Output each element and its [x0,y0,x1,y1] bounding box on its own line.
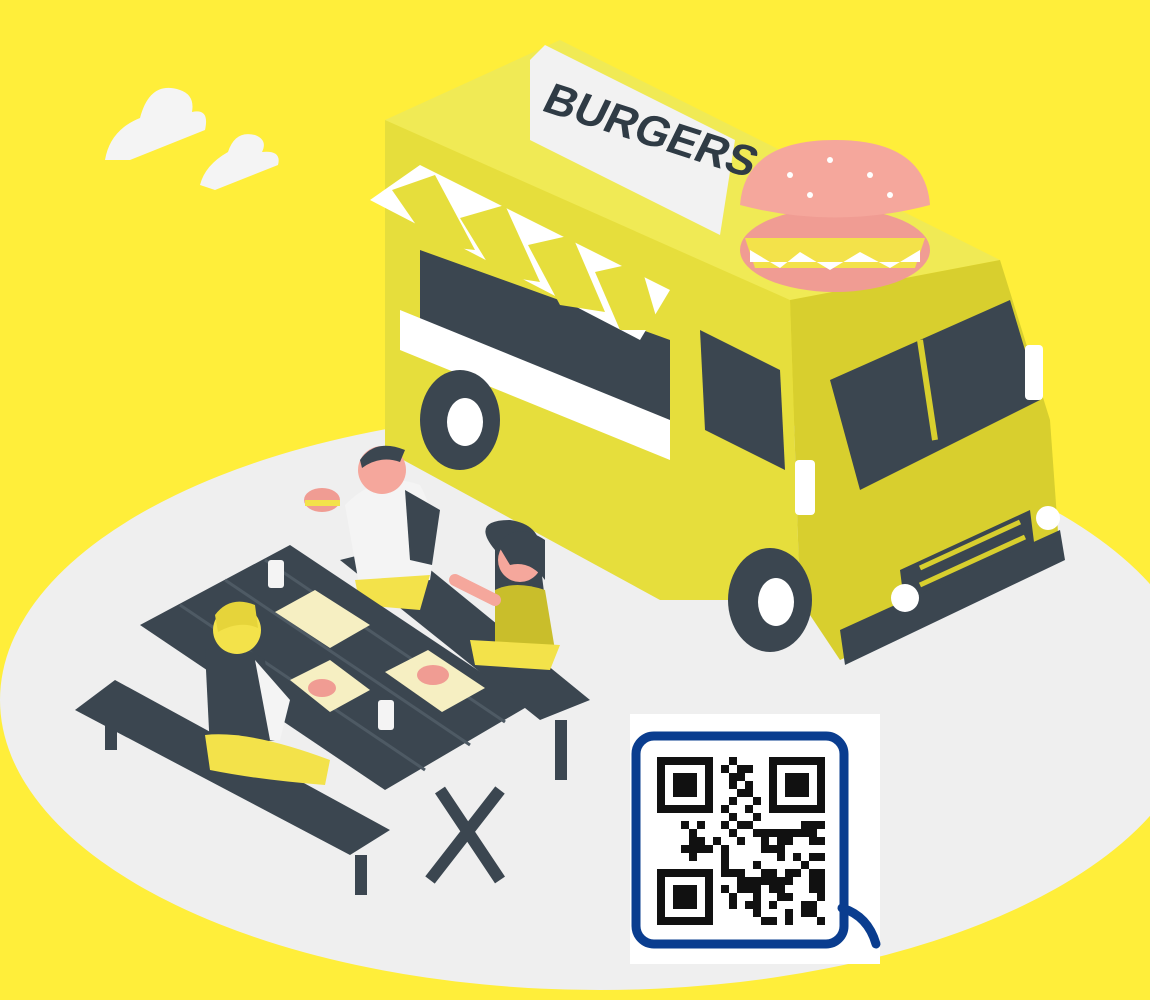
cup-icon [378,700,394,730]
headlight [891,584,919,612]
wheel [420,370,500,470]
qr-code-card[interactable] [630,714,881,964]
wheel [728,548,812,652]
food-truck-illustration: BURGERS [0,40,1150,990]
headlight [1036,506,1060,530]
burger-icon [308,679,336,697]
cloud-icon [105,87,207,160]
cloud-icon [200,134,279,190]
burger-icon [417,665,449,685]
cup-icon [268,560,284,588]
